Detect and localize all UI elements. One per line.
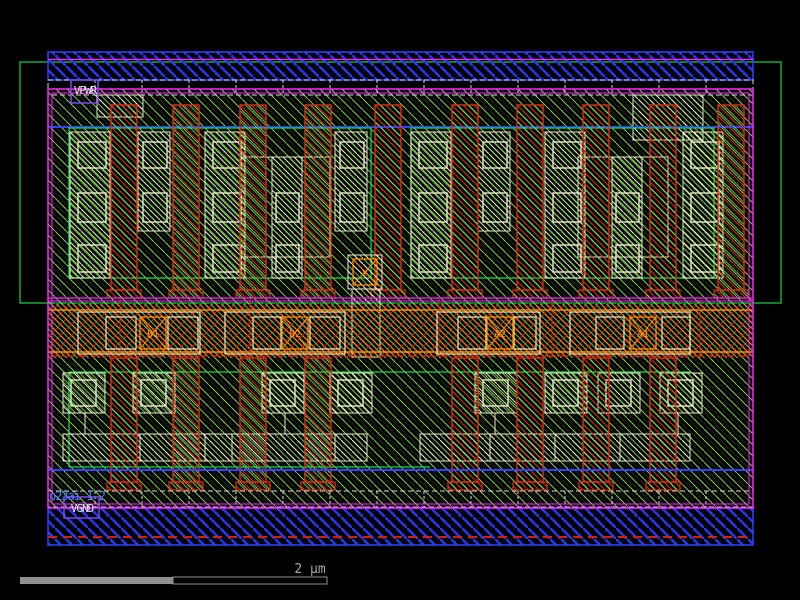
vpwr-label-text: VPWR — [74, 84, 98, 97]
output-pin-label: Y — [362, 269, 368, 280]
met1-vpwr-rail — [48, 52, 753, 80]
pin-label-b1: B1 — [147, 329, 159, 340]
pin-label-b2: B2 — [289, 329, 301, 340]
layout-viewport[interactable]: Y B1 B2 A2 A1 — [0, 0, 800, 600]
vgnd-label-text: VGND — [71, 502, 94, 515]
scale-bar-label: 2 µm — [294, 562, 325, 577]
cell-name-label: o23ai_1 2 — [49, 489, 106, 503]
met1-vgnd-rail — [48, 508, 753, 545]
scale-bar-filled-segment — [20, 577, 173, 584]
pin-label-a1: A1 — [637, 329, 649, 340]
layout-canvas[interactable]: Y B1 B2 A2 A1 — [0, 0, 800, 600]
pin-label-a2: A2 — [494, 329, 506, 340]
